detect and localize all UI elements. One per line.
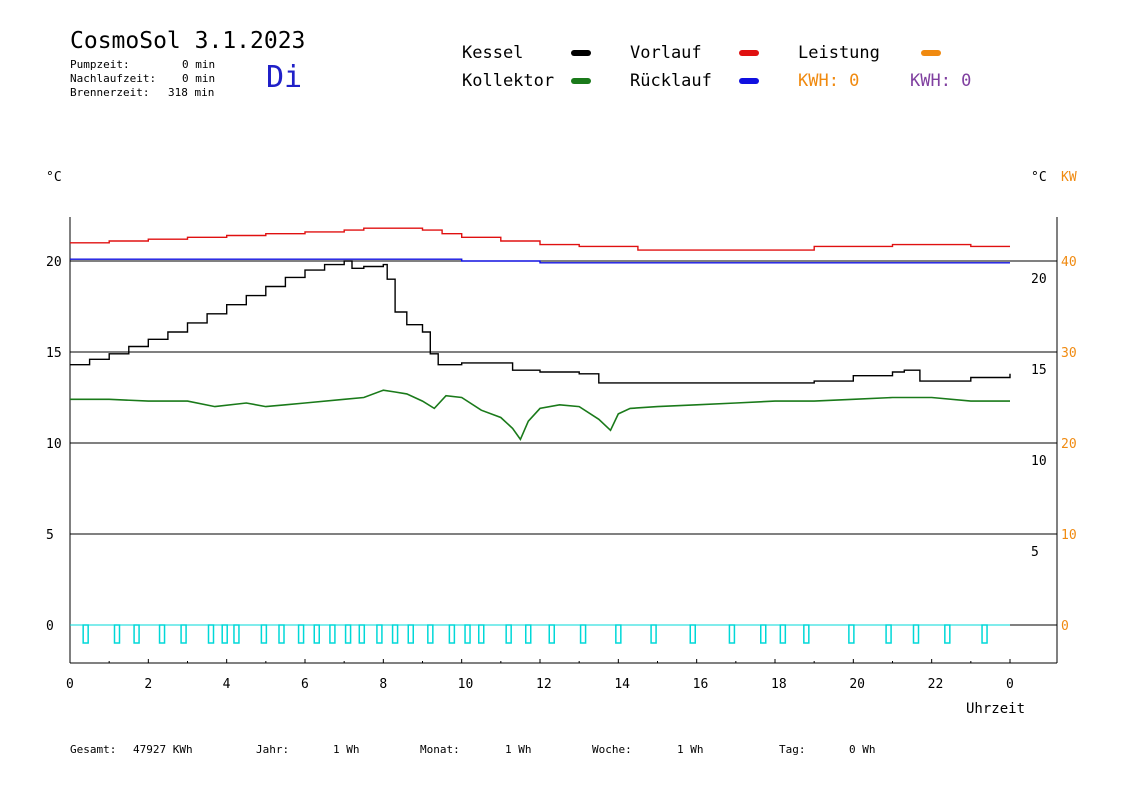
x-tick-label: 10	[458, 677, 474, 692]
y-right-kw-tick-label: 40	[1061, 255, 1077, 270]
pump-pulse	[180, 624, 187, 644]
pump-pulse	[113, 624, 121, 644]
pump-pulse	[615, 624, 622, 644]
pump-pulse	[689, 624, 696, 644]
footer-monat-value: 1 Wh	[505, 743, 532, 756]
x-tick-label: 22	[928, 677, 944, 692]
y-right-kw-tick-label: 30	[1061, 346, 1077, 361]
pump-pulse	[221, 624, 228, 644]
pump-pulse	[912, 624, 920, 644]
footer-tag-label: Tag:	[779, 743, 806, 756]
pump-pulse	[233, 624, 240, 644]
footer-gesamt-label: Gesamt:	[70, 743, 117, 756]
x-tick-label: 18	[771, 677, 787, 692]
x-tick-label: 8	[379, 677, 387, 692]
footer-jahr-value: 1 Wh	[333, 743, 360, 756]
pump-pulse	[464, 624, 471, 644]
footer-woche-value: 1 Wh	[677, 743, 704, 756]
pump-pulse	[448, 624, 456, 644]
x-tick-label: 16	[693, 677, 709, 692]
pump-pulse	[728, 624, 736, 644]
pump-pulse	[944, 624, 951, 644]
pump-pulse	[885, 624, 892, 644]
pump-pulse	[779, 624, 787, 644]
pump-pulse	[760, 624, 767, 644]
y-left-tick-label: 20	[46, 255, 62, 270]
footer-jahr-label: Jahr:	[256, 743, 290, 756]
pump-pulse	[344, 624, 352, 644]
pump-pulse	[376, 624, 383, 644]
pump-pulse	[207, 624, 215, 644]
pump-pulse	[981, 624, 988, 644]
footer-monat-label: Monat:	[420, 743, 460, 756]
pump-pulse	[548, 624, 555, 644]
pump-pulse	[297, 624, 305, 644]
pump-pulse	[329, 624, 336, 644]
pump-pulse	[358, 624, 366, 644]
pump-pulse	[803, 624, 810, 644]
pump-pulse	[82, 624, 89, 644]
pump-pulse	[478, 624, 485, 644]
y-left-tick-label: 15	[46, 346, 62, 361]
footer-gesamt-value: 47927 KWh	[133, 743, 193, 756]
y-right-tick-label: 15	[1031, 363, 1047, 378]
pump-pulse	[427, 624, 434, 644]
pump-pulse	[313, 624, 320, 644]
pump-pulse	[158, 624, 166, 644]
series-kessel	[70, 260, 1011, 384]
pump-pulse	[650, 624, 657, 644]
y-right-tick-label: 20	[1031, 272, 1047, 287]
pump-pulse	[579, 624, 587, 644]
pump-pulse	[133, 624, 140, 644]
y-right-tick-label: 5	[1031, 545, 1039, 560]
x-tick-label: 2	[144, 677, 152, 692]
y-left-tick-label: 0	[46, 619, 54, 634]
x-tick-label: 20	[849, 677, 865, 692]
pump-pulse	[848, 624, 855, 644]
x-tick-label: 12	[536, 677, 552, 692]
pump-pulse	[505, 624, 512, 644]
y-left-tick-label: 10	[46, 437, 62, 452]
y-right-kw-tick-label: 10	[1061, 528, 1077, 543]
y-right-tick-label: 10	[1031, 454, 1047, 469]
footer-woche-label: Woche:	[592, 743, 632, 756]
x-tick-label: 0	[1006, 677, 1014, 692]
y-right-kw-tick-label: 0	[1061, 619, 1069, 634]
pump-pulse	[407, 624, 414, 644]
temperature-chart: 0 5 10 15 20 5 10 15 20 0 10 20 30 40 0 2 4 6 8 10 12 14 16 18 2…	[46, 217, 1077, 692]
y-right-kw-tick-label: 20	[1061, 437, 1077, 452]
pump-pulse	[525, 624, 532, 644]
pump-pulse	[278, 624, 285, 644]
x-tick-label: 14	[614, 677, 630, 692]
footer-tag-value: 0 Wh	[849, 743, 876, 756]
pump-pulse	[260, 624, 268, 644]
x-tick-label: 4	[223, 677, 231, 692]
pump-pulse	[391, 624, 399, 644]
x-tick-label: 0	[66, 677, 74, 692]
series-kollektor	[70, 389, 1010, 442]
series-vorlauf	[70, 227, 1010, 251]
y-left-tick-label: 5	[46, 528, 54, 543]
x-tick-label: 6	[301, 677, 309, 692]
